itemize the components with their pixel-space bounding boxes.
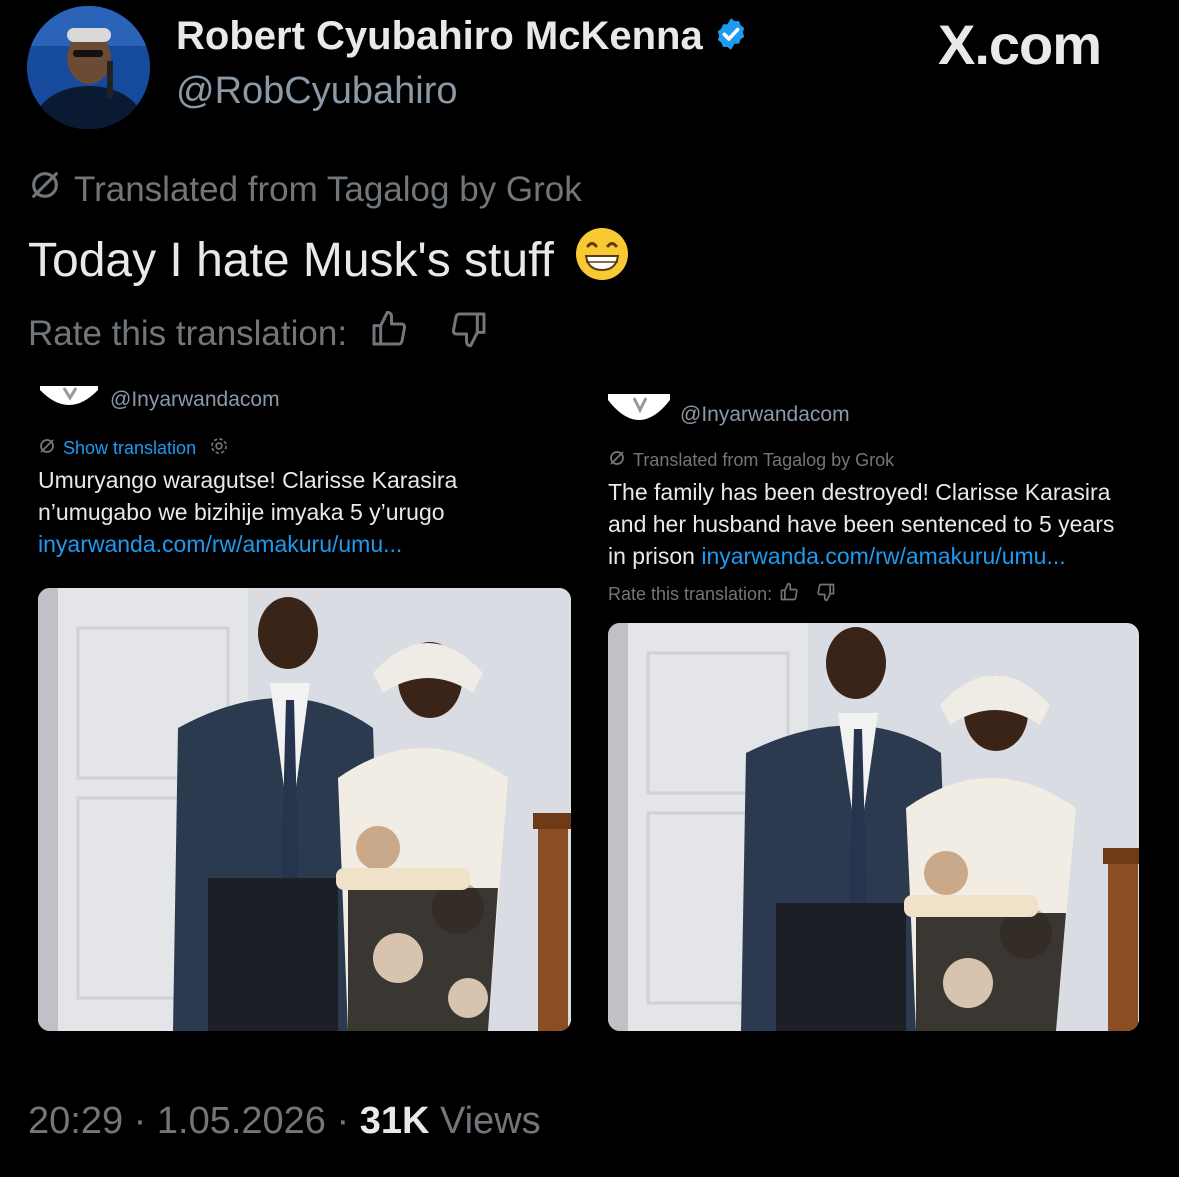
right-card-translated-text: Translated from Tagalog by Grok bbox=[633, 450, 895, 470]
right-card-text-line3: in prison inyarwanda.com/rw/amakuru/umu.… bbox=[608, 540, 1143, 572]
avatar[interactable] bbox=[27, 6, 150, 129]
author-handle[interactable]: @RobCyubahiro bbox=[176, 70, 458, 113]
grinning-face-emoji-icon bbox=[574, 226, 630, 294]
show-translation-text[interactable]: Show translation bbox=[63, 438, 196, 459]
inyarwanda-logo-icon bbox=[608, 394, 670, 436]
right-card-photo[interactable] bbox=[608, 623, 1139, 1031]
right-card-link[interactable]: inyarwanda.com/rw/amakuru/umu... bbox=[701, 543, 1065, 569]
translate-icon bbox=[38, 437, 56, 460]
thumbs-down-icon[interactable] bbox=[816, 582, 836, 607]
right-card-translated-label: Translated from Tagalog by Grok bbox=[608, 449, 894, 472]
right-card-rate-label: Rate this translation: bbox=[608, 584, 773, 604]
views-label: Views bbox=[440, 1100, 541, 1142]
right-card-handle: @Inyarwandacom bbox=[680, 403, 850, 426]
left-card-text-line1: Umuryango waragutse! Clarisse Karasira bbox=[38, 467, 458, 493]
translation-label: Translated from Tagalog by Grok bbox=[28, 168, 582, 211]
right-card-text-line3-body: in prison bbox=[608, 543, 695, 569]
right-quoted-screenshot: @Inyarwandacom Translated from Tagalog b… bbox=[608, 386, 1143, 1031]
rate-translation: Rate this translation: bbox=[28, 309, 489, 358]
tweet-time[interactable]: 20:29 bbox=[28, 1100, 123, 1142]
show-translation-link[interactable]: Show translation bbox=[38, 436, 229, 461]
left-card-text: Umuryango waragutse! Clarisse Karasira n… bbox=[38, 464, 573, 560]
views-count: 31K bbox=[359, 1100, 430, 1142]
gear-icon[interactable] bbox=[209, 436, 229, 461]
translate-icon bbox=[608, 449, 626, 472]
author-name[interactable]: Robert Cyubahiro McKenna bbox=[176, 14, 703, 59]
right-card-text-line1: The family has been destroyed! Clarisse … bbox=[608, 479, 1111, 505]
thumbs-up-icon[interactable] bbox=[369, 309, 409, 358]
left-card-header: @Inyarwandacom bbox=[38, 386, 280, 422]
rate-translation-label: Rate this translation: bbox=[28, 313, 348, 353]
translate-icon bbox=[28, 168, 62, 211]
right-card-rate: Rate this translation: bbox=[608, 582, 836, 607]
right-card-header: @Inyarwandacom bbox=[608, 394, 850, 436]
right-card-text-line2: and her husband have been sentenced to 5… bbox=[608, 511, 1115, 537]
thumbs-down-icon[interactable] bbox=[449, 309, 489, 358]
brand-watermark: X.com bbox=[938, 13, 1102, 76]
verified-badge-icon bbox=[713, 16, 749, 57]
translation-label-text: Translated from Tagalog by Grok bbox=[74, 169, 582, 209]
separator: · bbox=[336, 1100, 360, 1142]
inyarwanda-logo-icon bbox=[38, 386, 100, 422]
left-card-handle: @Inyarwandacom bbox=[110, 388, 280, 411]
author-name-row[interactable]: Robert Cyubahiro McKenna bbox=[176, 14, 749, 59]
tweet-text-body: Today I hate Musk's stuff bbox=[28, 233, 554, 287]
tweet-text: Today I hate Musk's stuff bbox=[28, 226, 630, 294]
tweet-meta: 20:29 · 1.05.2026 · 31K Views bbox=[28, 1100, 541, 1143]
separator: · bbox=[133, 1100, 157, 1142]
left-quoted-screenshot: @Inyarwandacom Show translation Umuryang… bbox=[38, 386, 573, 1031]
left-card-photo[interactable] bbox=[38, 588, 571, 1031]
left-card-link[interactable]: inyarwanda.com/rw/amakuru/umu... bbox=[38, 528, 573, 560]
thumbs-up-icon[interactable] bbox=[779, 582, 799, 607]
tweet-date[interactable]: 1.05.2026 bbox=[157, 1100, 326, 1142]
left-card-text-line2: n’umugabo we bizihije imyaka 5 y’urugo bbox=[38, 499, 445, 525]
right-card-text: The family has been destroyed! Clarisse … bbox=[608, 476, 1143, 572]
